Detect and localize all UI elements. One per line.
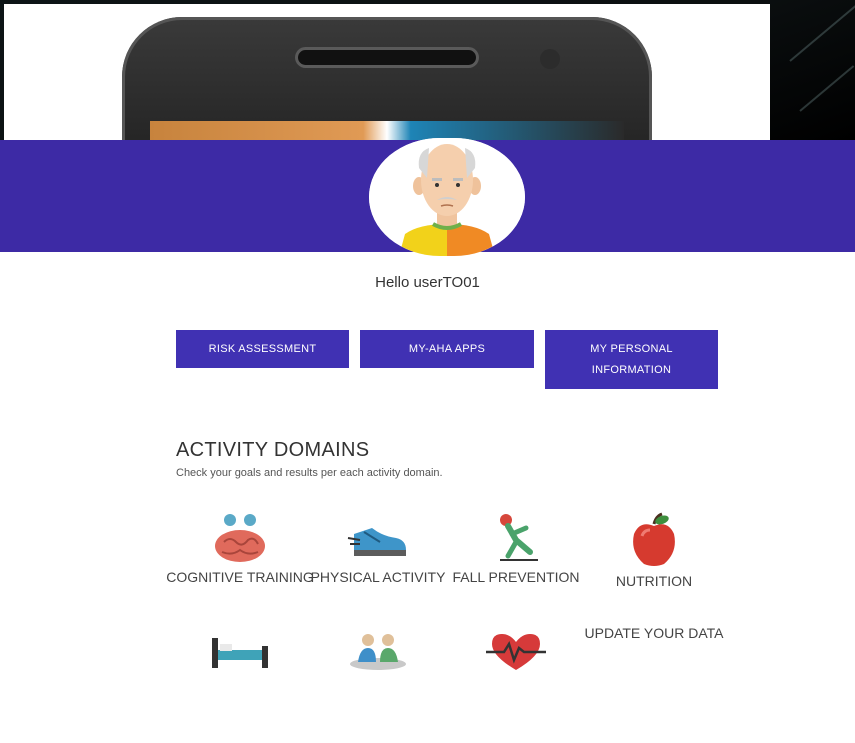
avatar[interactable] — [369, 138, 525, 256]
social-people-icon — [350, 634, 406, 670]
elderly-man-avatar-icon — [369, 138, 525, 256]
domain-fall-prevention[interactable]: FALL PREVENTION — [441, 512, 591, 588]
heartbeat-icon — [486, 634, 546, 670]
sneaker-icon — [347, 528, 406, 556]
domain-sleep[interactable] — [165, 632, 315, 674]
domain-label: COGNITIVE TRAINING — [166, 569, 314, 585]
background-streak — [799, 65, 855, 112]
apple-icon — [633, 512, 675, 566]
activity-domains-subtitle: Check your goals and results per each ac… — [176, 467, 443, 479]
phone-speaker — [298, 50, 476, 65]
falling-person-icon — [500, 514, 538, 561]
domain-update-your-data[interactable]: UPDATE YOUR DATA — [579, 622, 729, 644]
bed-icon — [212, 638, 268, 668]
phone-image-card — [4, 4, 770, 187]
risk-assessment-button[interactable]: RISK ASSESSMENT — [176, 330, 349, 368]
domain-cognitive-training[interactable]: COGNITIVE TRAINING — [165, 512, 315, 588]
my-aha-apps-button[interactable]: MY-AHA APPS — [360, 330, 534, 368]
domain-health[interactable] — [441, 630, 591, 676]
background-streak — [789, 2, 855, 62]
brain-icon — [215, 514, 265, 562]
domain-label: NUTRITION — [615, 573, 693, 589]
greeting-text: Hello userTO01 — [375, 274, 480, 291]
domain-label: FALL PREVENTION — [452, 569, 580, 585]
domain-physical-activity[interactable]: PHYSICAL ACTIVITY — [303, 512, 453, 588]
domain-nutrition[interactable]: NUTRITION — [579, 512, 729, 592]
my-personal-information-button[interactable]: MY PERSONAL INFORMATION — [545, 330, 718, 389]
app-screen: Hello userTO01 RISK ASSESSMENT MY-AHA AP… — [0, 138, 855, 743]
activity-domains-title: ACTIVITY DOMAINS — [176, 439, 370, 461]
domain-label: UPDATE YOUR DATA — [584, 625, 724, 641]
domain-social[interactable] — [303, 628, 453, 674]
domain-label: PHYSICAL ACTIVITY — [310, 569, 446, 585]
phone-sensor — [540, 49, 560, 69]
